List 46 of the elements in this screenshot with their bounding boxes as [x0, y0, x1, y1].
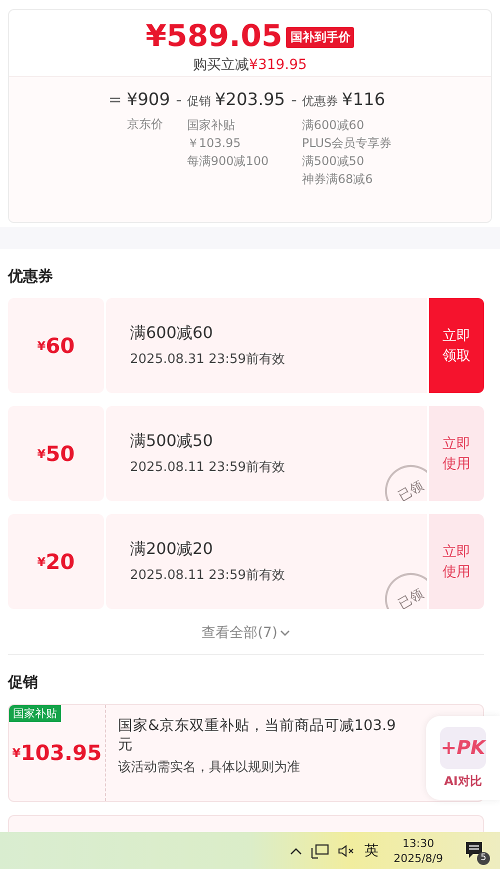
- clock[interactable]: 13:30 2025/8/9: [394, 836, 443, 866]
- coupon-validity: 2025.08.31 23:59前有效: [130, 351, 286, 368]
- notification-icon[interactable]: [464, 840, 484, 860]
- breakdown-amount: ¥203.95: [214, 89, 286, 111]
- breakdown-detail: 每满900减100: [186, 153, 270, 170]
- saving-text: 购买立减¥319.95: [193, 56, 307, 74]
- breakdown-detail: PLUS会员专享券: [302, 135, 392, 152]
- breakdown-detail: 神券满68减6: [302, 171, 374, 188]
- input-method-indicator[interactable]: 英: [364, 842, 379, 860]
- breakdown-detail: 京东价: [126, 116, 164, 133]
- coupon-button[interactable]: 立即 使用: [429, 406, 484, 501]
- breakdown-amount: ¥909: [126, 89, 170, 111]
- section-title: 优惠券: [8, 267, 54, 286]
- breakdown-amount: ¥116: [342, 89, 386, 111]
- coupon-amount: ¥60: [8, 298, 104, 393]
- section-title: 促销: [8, 673, 39, 692]
- coupon-condition: 满200减20: [130, 539, 214, 560]
- final-price: ¥589.05: [146, 20, 282, 54]
- operator-sign: -: [176, 89, 182, 111]
- coupon-condition: 满600减60: [130, 323, 214, 344]
- view-all-link[interactable]: 查看全部(7): [202, 624, 290, 642]
- coupon-validity: 2025.08.11 23:59前有效: [130, 567, 286, 584]
- chevron-down-icon: [280, 629, 290, 637]
- coupon-amount: ¥50: [8, 406, 104, 501]
- ai-compare-button[interactable]: +PK AI对比: [426, 716, 500, 800]
- coupon-amount: ¥20: [8, 514, 104, 609]
- operator-sign: -: [291, 89, 297, 111]
- promotion-note: 该活动需实名，具体以规则为准: [118, 759, 301, 776]
- coupon-validity: 2025.08.11 23:59前有效: [130, 459, 286, 476]
- network-icon[interactable]: [310, 842, 329, 858]
- coupon-condition: 满500减50: [130, 431, 214, 452]
- breakdown-label: 促销: [186, 93, 211, 110]
- coupon-button[interactable]: 立即 使用: [429, 514, 484, 609]
- breakdown-detail: 国家补贴: [186, 117, 236, 134]
- breakdown-label: 优惠券: [302, 93, 338, 110]
- operator-sign: =: [108, 89, 122, 111]
- promotion-tag: 国家补贴: [9, 705, 61, 722]
- notification-count: 5: [477, 852, 490, 864]
- muted-speaker-icon[interactable]: [338, 844, 356, 858]
- price-badge: 国补到手价: [286, 26, 354, 48]
- breakdown-detail: 满600减60: [302, 117, 366, 134]
- promotion-title: 国家&京东双重补贴，当前商品可减103.9 元: [118, 717, 396, 755]
- breakdown-detail: 满500减50: [302, 153, 366, 170]
- breakdown-detail: ￥103.95: [186, 135, 242, 152]
- coupon-button[interactable]: 立即 领取: [429, 298, 484, 393]
- chevron-up-icon[interactable]: [290, 846, 302, 854]
